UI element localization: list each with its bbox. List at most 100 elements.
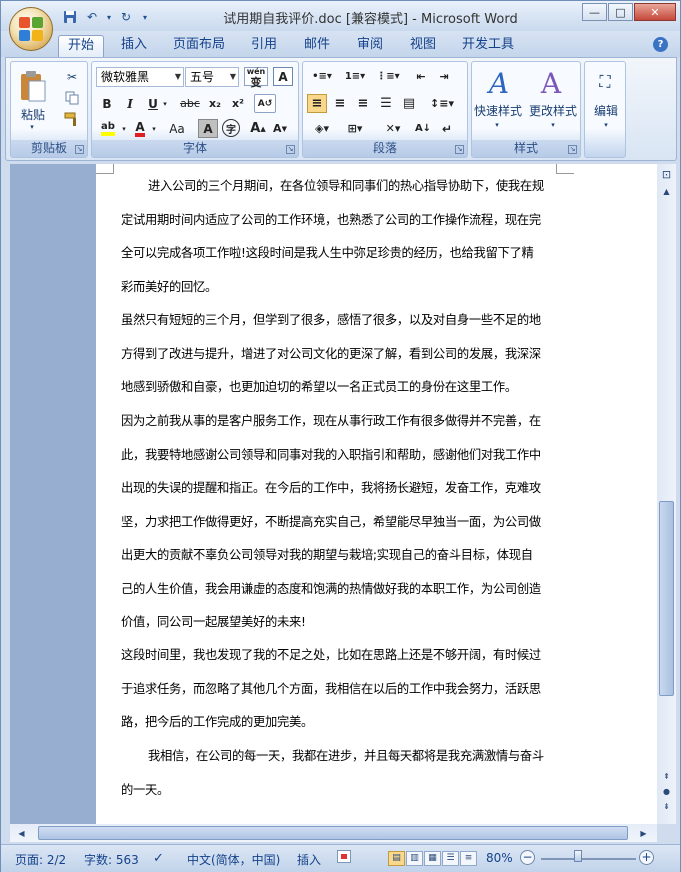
ruler-toggle-icon[interactable]: ⊡ bbox=[659, 167, 674, 182]
bold-button[interactable]: B bbox=[97, 94, 117, 113]
distributed-icon[interactable]: ▤ bbox=[399, 94, 419, 113]
styles-launcher-icon[interactable]: ↘ bbox=[568, 145, 577, 154]
zoom-slider-track[interactable] bbox=[541, 858, 636, 860]
highlight-icon[interactable]: ab bbox=[97, 119, 119, 138]
clipboard-launcher-icon[interactable]: ↘ bbox=[75, 145, 84, 154]
show-marks-icon[interactable]: ↵ bbox=[437, 119, 457, 138]
zoom-in-icon[interactable]: + bbox=[639, 850, 654, 865]
line-spacing-icon[interactable]: ↕≡▾ bbox=[427, 94, 457, 113]
editing-dropdown-icon[interactable]: ▾ bbox=[601, 120, 611, 130]
editing-button[interactable]: 编辑 bbox=[585, 102, 627, 118]
sort-icon[interactable]: A↓ bbox=[413, 119, 433, 138]
tab-home[interactable]: 开始 bbox=[58, 35, 104, 57]
font-name-dropdown-icon[interactable]: ▼ bbox=[175, 68, 181, 86]
shading-icon[interactable]: ◈▾ bbox=[307, 119, 337, 138]
cut-icon[interactable]: ✂ bbox=[63, 68, 81, 86]
scroll-left-icon[interactable]: ◀ bbox=[14, 826, 29, 841]
next-page-icon[interactable]: ⇟ bbox=[659, 799, 674, 814]
vertical-scroll-thumb[interactable] bbox=[659, 501, 674, 696]
align-left-icon[interactable]: ≡ bbox=[307, 94, 327, 113]
font-color-dropdown-icon[interactable]: ▾ bbox=[150, 119, 158, 138]
underline-dropdown-icon[interactable]: ▾ bbox=[160, 94, 170, 113]
font-size-dropdown-icon[interactable]: ▼ bbox=[230, 68, 236, 86]
font-launcher-icon[interactable]: ↘ bbox=[286, 145, 295, 154]
zoom-out-icon[interactable]: − bbox=[520, 850, 535, 865]
outline-view-icon[interactable]: ☰ bbox=[442, 851, 459, 866]
superscript-button[interactable]: x² bbox=[228, 94, 248, 113]
font-color-icon[interactable]: A bbox=[130, 119, 150, 138]
format-painter-icon[interactable] bbox=[63, 110, 81, 128]
maximize-button[interactable]: □ bbox=[608, 3, 633, 21]
bullets-icon[interactable]: •≡▾ bbox=[307, 67, 337, 86]
tab-references[interactable]: 引用 bbox=[244, 35, 284, 57]
change-styles-icon[interactable]: A bbox=[536, 66, 566, 100]
horizontal-scroll-thumb[interactable] bbox=[38, 826, 628, 840]
paste-button[interactable]: 粘贴 bbox=[13, 106, 53, 122]
clear-formatting-icon[interactable]: A↺ bbox=[254, 94, 276, 113]
font-name-combo[interactable]: 微软雅黑 ▼ bbox=[96, 67, 184, 87]
phonetic-guide-icon[interactable]: wén 变 bbox=[244, 67, 268, 89]
grow-font-icon[interactable]: A ▲ bbox=[248, 119, 268, 138]
quick-styles-icon[interactable]: A bbox=[484, 66, 514, 100]
enclose-characters-icon[interactable]: 字 bbox=[222, 119, 240, 137]
paste-icon[interactable] bbox=[15, 66, 51, 106]
change-styles-dropdown-icon[interactable]: ▾ bbox=[548, 120, 558, 130]
align-right-icon[interactable]: ≡ bbox=[353, 94, 373, 113]
vertical-scrollbar[interactable]: ⊡ ▲ ⇞ ● ⇟ bbox=[657, 164, 676, 824]
tab-review[interactable]: 审阅 bbox=[350, 35, 390, 57]
highlight-dropdown-icon[interactable]: ▾ bbox=[120, 119, 128, 138]
help-icon[interactable]: ? bbox=[653, 37, 668, 52]
select-browse-object-icon[interactable]: ● bbox=[659, 784, 674, 799]
macro-record-icon[interactable] bbox=[337, 850, 351, 863]
close-button[interactable]: ✕ bbox=[634, 3, 676, 21]
shrink-font-icon[interactable]: A ▼ bbox=[270, 119, 290, 138]
tab-mailings[interactable]: 邮件 bbox=[297, 35, 337, 57]
minimize-button[interactable]: — bbox=[582, 3, 607, 21]
proofing-icon[interactable]: ✓ bbox=[153, 851, 164, 866]
quick-styles-button[interactable]: 快速样式 bbox=[472, 102, 524, 118]
paste-dropdown-icon[interactable]: ▾ bbox=[27, 122, 37, 132]
group-paragraph: •≡▾ 1≡▾ ⋮≡▾ ⇤ ⇥ ≡ ≡ ≡ ☰ ▤ ↕≡▾ ◈▾ ⊞▾ ✕▾ A… bbox=[302, 61, 468, 158]
align-center-icon[interactable]: ≡ bbox=[330, 94, 350, 113]
quick-styles-dropdown-icon[interactable]: ▾ bbox=[492, 120, 502, 130]
strikethrough-button[interactable]: abc bbox=[178, 94, 202, 113]
zoom-level[interactable]: 80% bbox=[486, 851, 513, 865]
italic-button[interactable]: I bbox=[120, 94, 140, 113]
insert-mode[interactable]: 插入 bbox=[297, 851, 321, 868]
previous-page-icon[interactable]: ⇞ bbox=[659, 769, 674, 784]
tab-view[interactable]: 视图 bbox=[403, 35, 443, 57]
change-styles-button[interactable]: 更改样式 bbox=[526, 102, 580, 118]
tab-insert[interactable]: 插入 bbox=[114, 35, 154, 57]
full-screen-reading-view-icon[interactable]: ▥ bbox=[406, 851, 423, 866]
office-button[interactable] bbox=[9, 7, 53, 51]
font-size-combo[interactable]: 五号 ▼ bbox=[185, 67, 239, 87]
scroll-up-icon[interactable]: ▲ bbox=[659, 184, 674, 199]
tab-page-layout[interactable]: 页面布局 bbox=[167, 35, 231, 57]
character-border-icon[interactable]: A bbox=[273, 67, 293, 86]
document-page[interactable]: 进入公司的三个月期间，在各位领导和同事们的热心指导协助下，使我在规 定试用期时间内… bbox=[96, 164, 657, 824]
asian-layout-icon[interactable]: ✕▾ bbox=[378, 119, 408, 138]
binoculars-icon[interactable]: ⛶ bbox=[591, 68, 619, 96]
print-layout-view-icon[interactable]: ▤ bbox=[388, 851, 405, 866]
tab-developer[interactable]: 开发工具 bbox=[456, 35, 520, 57]
paragraph-launcher-icon[interactable]: ↘ bbox=[455, 145, 464, 154]
borders-icon[interactable]: ⊞▾ bbox=[340, 119, 370, 138]
language-indicator[interactable]: 中文(简体，中国) bbox=[187, 851, 280, 868]
horizontal-scrollbar[interactable]: ◀ ▶ bbox=[10, 824, 657, 842]
draft-view-icon[interactable]: ≡ bbox=[460, 851, 477, 866]
justify-icon[interactable]: ☰ bbox=[376, 94, 396, 113]
web-layout-view-icon[interactable]: ▦ bbox=[424, 851, 441, 866]
character-shading-icon[interactable]: A bbox=[198, 119, 218, 138]
group-styles: A 快速样式 ▾ A 更改样式 ▾ 样式 ↘ bbox=[471, 61, 581, 158]
page-count[interactable]: 页面: 2/2 bbox=[15, 851, 66, 868]
multilevel-list-icon[interactable]: ⋮≡▾ bbox=[373, 67, 403, 86]
change-case-button[interactable]: Aa bbox=[164, 119, 190, 138]
decrease-indent-icon[interactable]: ⇤ bbox=[411, 67, 431, 86]
increase-indent-icon[interactable]: ⇥ bbox=[434, 67, 454, 86]
word-count[interactable]: 字数: 563 bbox=[84, 851, 139, 868]
numbering-icon[interactable]: 1≡▾ bbox=[340, 67, 370, 86]
copy-icon[interactable] bbox=[63, 89, 81, 107]
subscript-button[interactable]: x₂ bbox=[205, 94, 225, 113]
zoom-slider-thumb[interactable] bbox=[573, 850, 582, 862]
scroll-right-icon[interactable]: ▶ bbox=[636, 826, 651, 841]
